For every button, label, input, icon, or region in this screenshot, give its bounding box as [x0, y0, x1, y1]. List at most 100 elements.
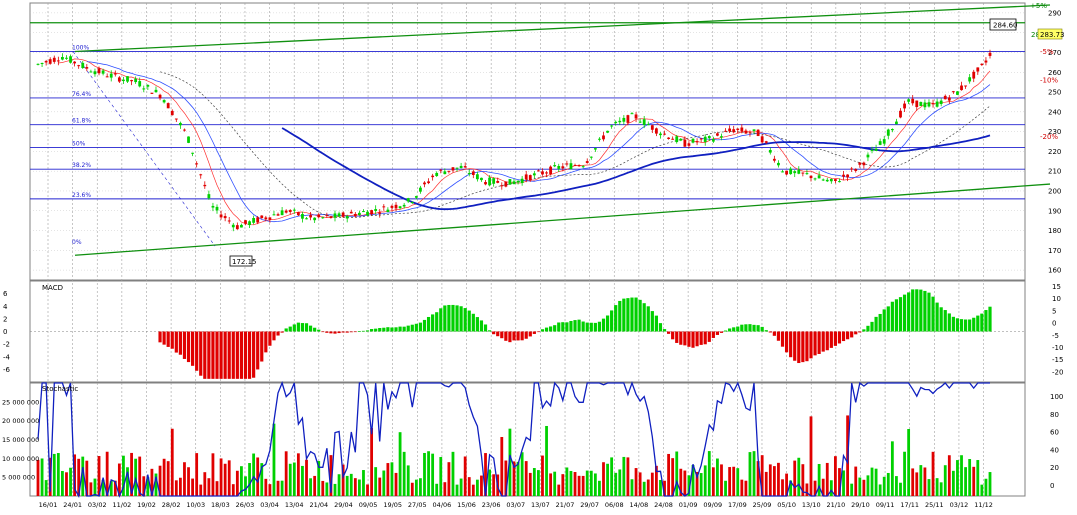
candle-body — [40, 62, 44, 64]
macd-bar — [227, 331, 231, 379]
candle-body — [309, 215, 312, 218]
candle-body — [447, 170, 451, 172]
volume-bar — [646, 479, 650, 496]
fib-label: 61.8% — [72, 118, 91, 125]
macd-bar — [890, 301, 894, 332]
macd-bar — [504, 331, 508, 341]
candle-body — [398, 206, 402, 209]
candle-body — [313, 217, 317, 221]
macd-bar — [642, 303, 646, 332]
candle-body — [947, 97, 951, 101]
macd-bar — [219, 331, 223, 379]
volume-bar — [301, 465, 304, 496]
macd-bar — [520, 331, 524, 341]
macd-bar — [601, 318, 606, 332]
volume-bar — [524, 461, 528, 496]
macd-bar — [691, 331, 695, 348]
macd-bar — [463, 308, 467, 332]
macd-bar — [492, 331, 496, 335]
macd-bar — [666, 331, 671, 334]
candle-body — [73, 61, 77, 64]
macd-bar — [378, 328, 382, 332]
candle-body — [301, 214, 304, 219]
volume-bar — [40, 458, 44, 496]
volume-bar — [345, 475, 349, 496]
volume-bar — [858, 477, 862, 496]
volume-bar — [736, 468, 740, 496]
volume-bar — [532, 468, 536, 496]
macd-bar — [386, 327, 390, 332]
macd-bar — [683, 331, 687, 346]
volume-bar — [56, 453, 60, 496]
candle-body — [691, 138, 695, 143]
candle-body — [276, 214, 280, 216]
volume-bar — [191, 478, 194, 496]
candle-body — [935, 101, 939, 107]
candle-body — [248, 221, 251, 226]
volume-bar — [659, 479, 662, 496]
candle-body — [630, 113, 634, 115]
x-tick-label: 09/11 — [876, 501, 895, 509]
candle-body — [113, 73, 117, 75]
macd-bar — [443, 305, 447, 332]
volume-bar — [854, 466, 858, 496]
candle-body — [512, 181, 516, 185]
candle-body — [667, 137, 670, 139]
candle-body — [870, 149, 874, 151]
x-tick-label: 24/08 — [654, 501, 673, 509]
candle-body — [423, 182, 426, 185]
candle-body — [394, 204, 398, 209]
macd-bar — [170, 331, 174, 349]
macd-bar — [821, 331, 825, 352]
volume-bar — [777, 462, 780, 496]
volume-bar — [219, 458, 223, 496]
macd-bar — [658, 323, 663, 332]
volume-bar — [634, 468, 638, 496]
candle-body — [838, 181, 841, 183]
macd-bar — [789, 331, 793, 358]
volume-bar — [183, 462, 186, 496]
volume-bar — [589, 470, 593, 496]
macd-bar — [414, 323, 418, 332]
macd-bar — [768, 331, 772, 333]
candle-body — [134, 78, 138, 83]
volume-bar — [545, 425, 548, 496]
stochastic-right-tick: 60 — [1050, 429, 1059, 437]
candle-body — [56, 60, 60, 62]
macd-bar — [805, 331, 809, 362]
macd-bar — [817, 331, 821, 354]
candle-body — [455, 167, 459, 169]
candle-body — [410, 202, 414, 204]
macd-bar — [687, 331, 691, 347]
volume-bar — [89, 482, 93, 496]
volume-bar — [467, 477, 471, 496]
candle-body — [211, 205, 215, 208]
volume-bar — [593, 473, 597, 496]
candle-body — [272, 214, 276, 216]
macd-bar — [915, 289, 919, 332]
macd-bar — [313, 327, 317, 332]
macd-bar — [854, 331, 858, 335]
candle-body — [842, 174, 845, 177]
volume-bar — [423, 452, 426, 496]
macd-bar — [190, 331, 195, 366]
volume-bar — [492, 474, 496, 496]
macd-bar — [496, 331, 500, 337]
volume-bar — [296, 453, 300, 496]
candle-body — [382, 206, 386, 208]
volume-bar — [703, 465, 707, 496]
macd-bar — [561, 322, 565, 332]
macd-bar — [300, 323, 305, 332]
candle-body — [183, 129, 186, 131]
volume-bar — [874, 468, 878, 496]
macd-bar — [357, 331, 362, 332]
candle-body — [321, 217, 325, 219]
x-tick-label: 24/01 — [63, 501, 82, 509]
candle-body — [976, 67, 980, 72]
macd-bar — [451, 304, 455, 332]
candle-body — [614, 121, 618, 124]
candle-body — [154, 89, 158, 93]
macd-bar — [744, 324, 748, 332]
volume-bar — [903, 451, 906, 496]
volume-bar — [227, 460, 231, 496]
